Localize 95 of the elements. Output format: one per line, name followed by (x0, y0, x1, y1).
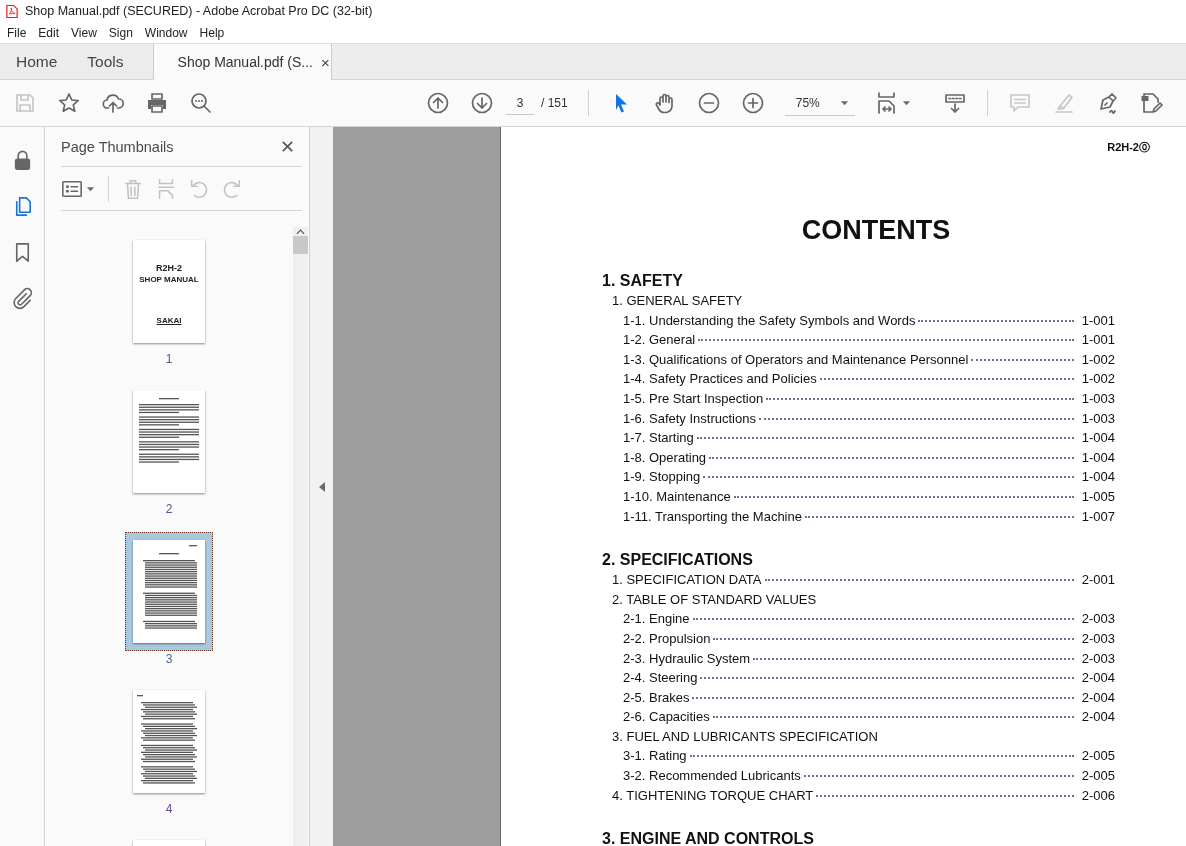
zoom-in-icon[interactable] (740, 91, 765, 115)
toc-entry-title: 1-6. Safety Instructions (623, 409, 756, 428)
toc-page-number: 1-003 (1081, 389, 1115, 408)
toc-entry-title: 2-6. Capacities (623, 708, 710, 727)
caret-icon (839, 99, 849, 106)
toc-page-number: 1-004 (1081, 429, 1115, 448)
document-tab[interactable]: Shop Manual.pdf (S... × (152, 44, 332, 80)
thumbnail-text: SAKAI (156, 316, 182, 326)
edit-document-icon[interactable] (1139, 91, 1164, 115)
section-heading: 1. SAFETY (602, 271, 683, 291)
scroll-mode-button[interactable] (942, 91, 967, 115)
zoom-out-icon[interactable] (696, 91, 721, 115)
toc-page-number: 1-005 (1081, 487, 1115, 506)
page-thumbnail[interactable] (133, 540, 205, 643)
close-icon[interactable] (280, 139, 295, 154)
page-thumbnail[interactable] (133, 390, 205, 493)
pdf-file-icon (6, 3, 18, 19)
toc-page-number: 1-003 (1081, 409, 1115, 428)
toc-entry-title: 1-10. Maintenance (623, 487, 731, 506)
page-thumbnail[interactable]: R2H-2 SHOP MANUAL SAKAI (133, 240, 205, 343)
toc-entry-title: 2-5. Brakes (623, 688, 690, 707)
toc-entry-title: 2-2. Propulsion (623, 629, 711, 648)
print-icon[interactable] (145, 91, 169, 115)
toc-page-number: 2-003 (1081, 629, 1115, 648)
menu-item[interactable]: View (65, 25, 103, 40)
toc-entry-title: 1-7. Starting (623, 429, 694, 448)
toc-entry-title: 1-8. Operating (623, 448, 707, 467)
star-icon[interactable] (57, 91, 81, 115)
thumbnail-text: R2H-2 (156, 264, 182, 274)
toc-entry-title: 1-11. Transporting the Machine (623, 507, 802, 526)
toc-page-number: 1-007 (1081, 507, 1115, 526)
toc-entry-title: 1-3. Qualifications of Operators and Maintenance Personnel (623, 350, 969, 369)
nav-tab[interactable]: Tools (72, 44, 139, 79)
nav-tab[interactable]: Home (0, 44, 73, 79)
toc-entry-title: 1-4. Safety Practices and Policies (623, 370, 817, 389)
toc-page-number: 2-001 (1081, 571, 1115, 590)
toc-page-number: 1-001 (1081, 331, 1115, 350)
toc-entry-title: 1-5. Pre Start Inspection (623, 389, 764, 408)
toc-page-number: 2-005 (1081, 767, 1115, 786)
toc-entry-title: 1-1. Understanding the Safety Symbols and Words (623, 311, 916, 330)
page-number-field[interactable]: 3 (506, 91, 534, 115)
toc-group-title: 1. GENERAL SAFETY (612, 292, 743, 310)
zoom-dropdown[interactable]: 75% (784, 90, 855, 116)
toc-group-title: 4. TIGHTENING TORQUE CHART (612, 786, 814, 805)
toc-page-number: 2-004 (1081, 669, 1115, 688)
toc-page-number: 2-005 (1081, 747, 1115, 766)
toc-group-title: 3. FUEL AND LUBRICANTS SPECIFICATION (612, 727, 878, 746)
toc-page-number: 2-003 (1081, 610, 1115, 629)
page-number-label: 4 (165, 801, 173, 817)
toc-group-title: 1. SPECIFICATION DATA (612, 571, 762, 590)
toc-page-number: 1-002 (1081, 350, 1115, 369)
caret-icon (86, 185, 95, 192)
toc-entry-title: 2-4. Steering (623, 669, 698, 688)
menu-item[interactable]: Help (193, 25, 231, 40)
toc-page-number: 1-001 (1081, 311, 1115, 330)
toc-page-number: 2-003 (1081, 649, 1115, 668)
scrollbar[interactable] (293, 227, 308, 846)
scroll-up-icon[interactable] (296, 229, 305, 235)
section-heading: 3. ENGINE AND CONTROLS (602, 829, 814, 846)
panel-title: Page Thumbnails (61, 138, 174, 155)
toc-page-number: 1-004 (1081, 448, 1115, 467)
menu-item[interactable]: Edit (32, 25, 66, 40)
caret-icon (901, 100, 911, 106)
menu-item[interactable]: File (1, 25, 33, 40)
toc-entry-title: 2-1. Engine (623, 610, 690, 629)
toc-page-number: 2-006 (1081, 786, 1115, 805)
document-title: CONTENTS (800, 214, 952, 247)
close-tab-button[interactable]: × (320, 53, 330, 71)
scroll-mode-icon (942, 91, 967, 115)
page-number-label: 2 (165, 501, 173, 517)
toc-page-number: 1-004 (1081, 468, 1115, 487)
toc-group-title: 2. TABLE OF STANDARD VALUES (612, 590, 817, 609)
toc-entry-title: 1-2. General (623, 331, 696, 350)
section-heading: 2. SPECIFICATIONS (602, 550, 753, 571)
menu-item[interactable]: Window (138, 25, 194, 40)
toc-entry-title: 2-3. Hydraulic System (623, 649, 751, 668)
scrollbar-thumb[interactable] (293, 236, 308, 254)
page-count: / 151 (541, 96, 568, 110)
page-number-label: 1 (165, 351, 173, 367)
page-number-label: 3 (165, 651, 173, 667)
window-title: Shop Manual.pdf (SECURED) - Adobe Acrobat Pro DC (32-bit) (25, 4, 373, 18)
toc-page-number: 1-002 (1081, 370, 1115, 389)
toc-page-number: 2-004 (1081, 688, 1115, 707)
magnifier-icon[interactable] (189, 91, 213, 115)
collapse-icon[interactable] (318, 481, 325, 492)
paperclip-icon[interactable] (10, 287, 34, 310)
toc-entry-title: 3-2. Recommended Lubricants (623, 767, 801, 786)
document-code: R2H-2⓪ (1106, 140, 1150, 154)
page-thumbnail[interactable] (133, 690, 205, 793)
menu-item[interactable]: Sign (102, 25, 139, 40)
toc-entry-title: 1-9. Stopping (623, 468, 701, 487)
toc-page-number: 2-004 (1081, 708, 1115, 727)
thumbnail-text: SHOP MANUAL (139, 275, 199, 285)
toc-entry-title: 3-1. Rating (623, 747, 687, 766)
cloud-upload-icon[interactable] (101, 91, 125, 115)
